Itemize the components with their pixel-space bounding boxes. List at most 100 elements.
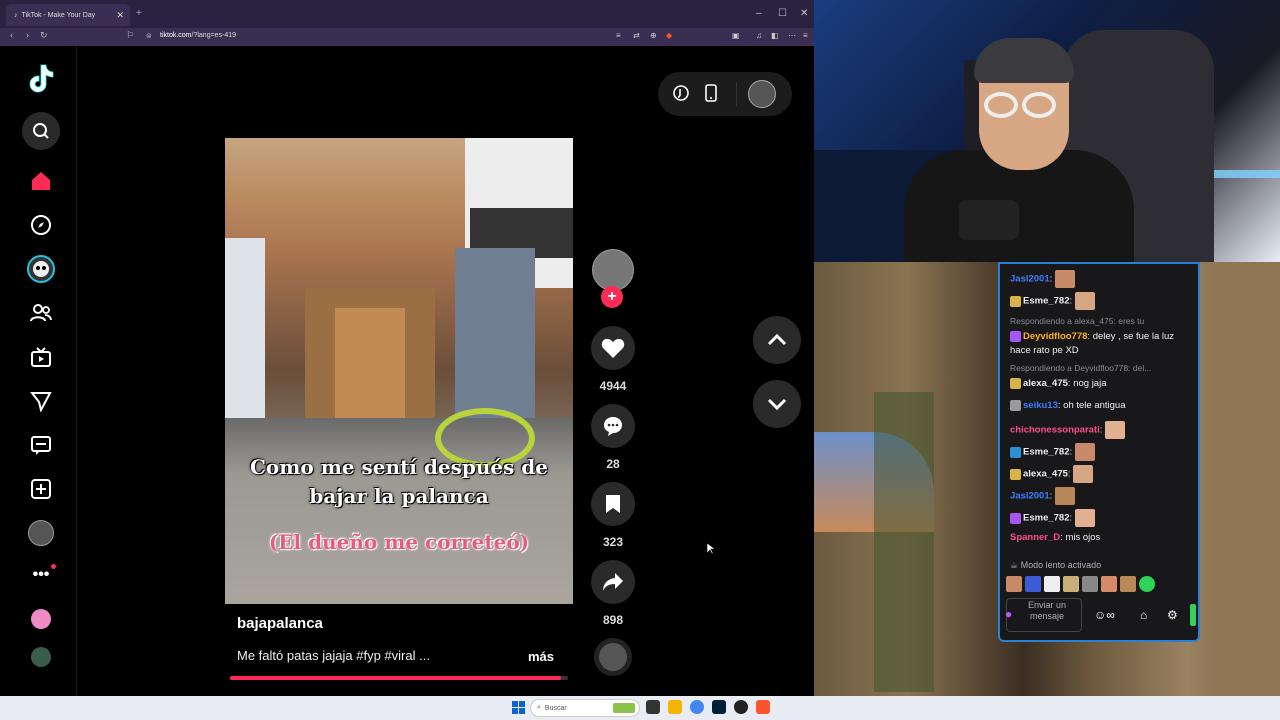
chat-username[interactable]: Esme_782: [1023, 296, 1069, 307]
chat-username[interactable]: Esme_782: [1023, 513, 1069, 524]
chrome-icon[interactable]: [690, 700, 704, 714]
maximize-icon[interactable]: ☐: [778, 8, 787, 19]
back-icon[interactable]: ‹: [10, 30, 13, 40]
settings-gear-icon[interactable]: ⚙: [1167, 608, 1178, 622]
tab-title: TikTok - Make Your Day: [21, 11, 96, 19]
get-app-icon[interactable]: [704, 84, 718, 107]
chat-username[interactable]: Deyvidfloo778: [1023, 331, 1087, 342]
emote[interactable]: [1044, 576, 1060, 592]
chat-username[interactable]: chichonessonparati: [1010, 425, 1100, 436]
next-video-button[interactable]: [753, 380, 801, 428]
home-icon[interactable]: [26, 166, 56, 196]
tiktok-studio-icon[interactable]: [672, 84, 690, 107]
emote[interactable]: [1006, 576, 1022, 592]
friend-avatar[interactable]: [26, 642, 56, 672]
chat-username[interactable]: Jasl2001: [1010, 491, 1050, 502]
brave-icon[interactable]: [756, 700, 770, 714]
previous-video-button[interactable]: [753, 316, 801, 364]
video-caption-subtitle: (El dueño me correteó): [268, 530, 530, 554]
chat-username[interactable]: alexa_475: [1023, 469, 1068, 480]
sidebar-toggle-icon[interactable]: ◧: [771, 31, 779, 40]
emote[interactable]: [1139, 576, 1155, 592]
music-disc-icon[interactable]: [594, 638, 632, 676]
windows-start-icon[interactable]: [512, 701, 525, 714]
emote-bar[interactable]: [1006, 576, 1155, 592]
save-button[interactable]: [591, 482, 635, 526]
brave-shield-icon[interactable]: ◆: [666, 31, 672, 40]
tab-close-icon[interactable]: ✕: [116, 10, 124, 21]
inbox-icon[interactable]: [26, 430, 56, 460]
chat-input[interactable]: ● Enviar un mensaje: [1005, 598, 1082, 632]
new-tab-icon[interactable]: +: [136, 8, 142, 19]
bookmark-icon: [606, 495, 620, 513]
tiktok-sidebar: •••: [0, 46, 77, 696]
emote[interactable]: [1101, 576, 1117, 592]
extensions-icon[interactable]: ⋯: [788, 31, 796, 40]
explore-icon[interactable]: [26, 210, 56, 240]
chat-text: nog jaja: [1073, 378, 1107, 389]
search-button[interactable]: [22, 112, 60, 150]
video-progress-fill: [230, 676, 562, 680]
chat-username[interactable]: Esme_782: [1023, 447, 1069, 458]
video-author[interactable]: bajapalanca: [237, 615, 323, 632]
minimize-icon[interactable]: –: [756, 8, 762, 19]
comment-icon: [604, 417, 622, 436]
obs-icon[interactable]: [734, 700, 748, 714]
zoom-icon[interactable]: ⊕: [650, 31, 657, 40]
user-avatar[interactable]: [748, 80, 776, 108]
chat-username[interactable]: Jasl2001: [1010, 274, 1050, 285]
live-tv-icon[interactable]: [26, 342, 56, 372]
close-window-icon[interactable]: ✕: [800, 8, 808, 19]
url-field[interactable]: tiktok.com/?lang=es-419: [160, 32, 236, 39]
share-button[interactable]: [591, 560, 635, 604]
chat-message: Jasl2001:: [1010, 487, 1192, 505]
site-info-icon[interactable]: ⊜: [146, 32, 152, 40]
reader-icon[interactable]: ≡: [616, 31, 621, 40]
comment-button[interactable]: [591, 404, 635, 448]
forward-icon[interactable]: ›: [26, 30, 29, 40]
tab-tiktok[interactable]: ♪ TikTok - Make Your Day ✕: [6, 4, 130, 26]
profile-avatar[interactable]: [26, 518, 56, 548]
live-creator-icon[interactable]: [26, 254, 56, 284]
chat-message: chichonessonparati:: [1010, 421, 1192, 439]
chat-message: Esme_782:: [1010, 509, 1192, 527]
video-player[interactable]: Como me sentí después de bajar la palanc…: [225, 138, 573, 604]
photoshop-icon[interactable]: [712, 700, 726, 714]
tiktok-logo-icon[interactable]: [26, 63, 56, 93]
task-view-icon[interactable]: [646, 700, 660, 714]
chat-emote: [1074, 509, 1095, 527]
pink-pig-avatar[interactable]: [26, 604, 56, 634]
store-icon[interactable]: ⌂: [1140, 608, 1147, 622]
video-progress-bar[interactable]: [230, 676, 568, 680]
more-icon[interactable]: •••: [26, 560, 56, 590]
more-button[interactable]: más: [528, 649, 554, 664]
emote[interactable]: [1082, 576, 1098, 592]
microphone-icon[interactable]: ●: [1005, 608, 1012, 620]
reload-icon[interactable]: ↻: [40, 30, 48, 41]
media-icon[interactable]: ♫: [756, 31, 762, 40]
translate-icon[interactable]: ⇄: [633, 31, 640, 40]
menu-icon[interactable]: ≡: [803, 31, 808, 40]
chat-username[interactable]: alexa_475: [1023, 378, 1068, 389]
creator-avatar[interactable]: [592, 249, 634, 291]
wallet-icon[interactable]: ▣: [732, 31, 740, 40]
video-caption: Como me sentí después de bajar la palanc…: [249, 455, 549, 508]
upload-icon[interactable]: [26, 474, 56, 504]
chat-emote: [1105, 421, 1126, 439]
emote-picker-icon[interactable]: ☺∞: [1094, 608, 1115, 622]
bookmark-icon[interactable]: ⚐: [126, 30, 134, 41]
chat-username[interactable]: Spanner_D: [1010, 532, 1060, 543]
emote[interactable]: [1025, 576, 1041, 592]
chat-username[interactable]: seiku13: [1023, 400, 1058, 411]
following-icon[interactable]: [26, 298, 56, 328]
taskbar-search[interactable]: ⌕ Buscar: [530, 699, 640, 717]
like-button[interactable]: [591, 326, 635, 370]
chat-message: alexa_475:: [1010, 465, 1192, 483]
webcam-feed: [814, 0, 1280, 262]
emote[interactable]: [1063, 576, 1079, 592]
follow-plus-icon[interactable]: +: [601, 286, 623, 308]
top-right-controls: [658, 72, 792, 116]
file-explorer-icon[interactable]: [668, 700, 682, 714]
messages-send-icon[interactable]: [26, 386, 56, 416]
emote[interactable]: [1120, 576, 1136, 592]
